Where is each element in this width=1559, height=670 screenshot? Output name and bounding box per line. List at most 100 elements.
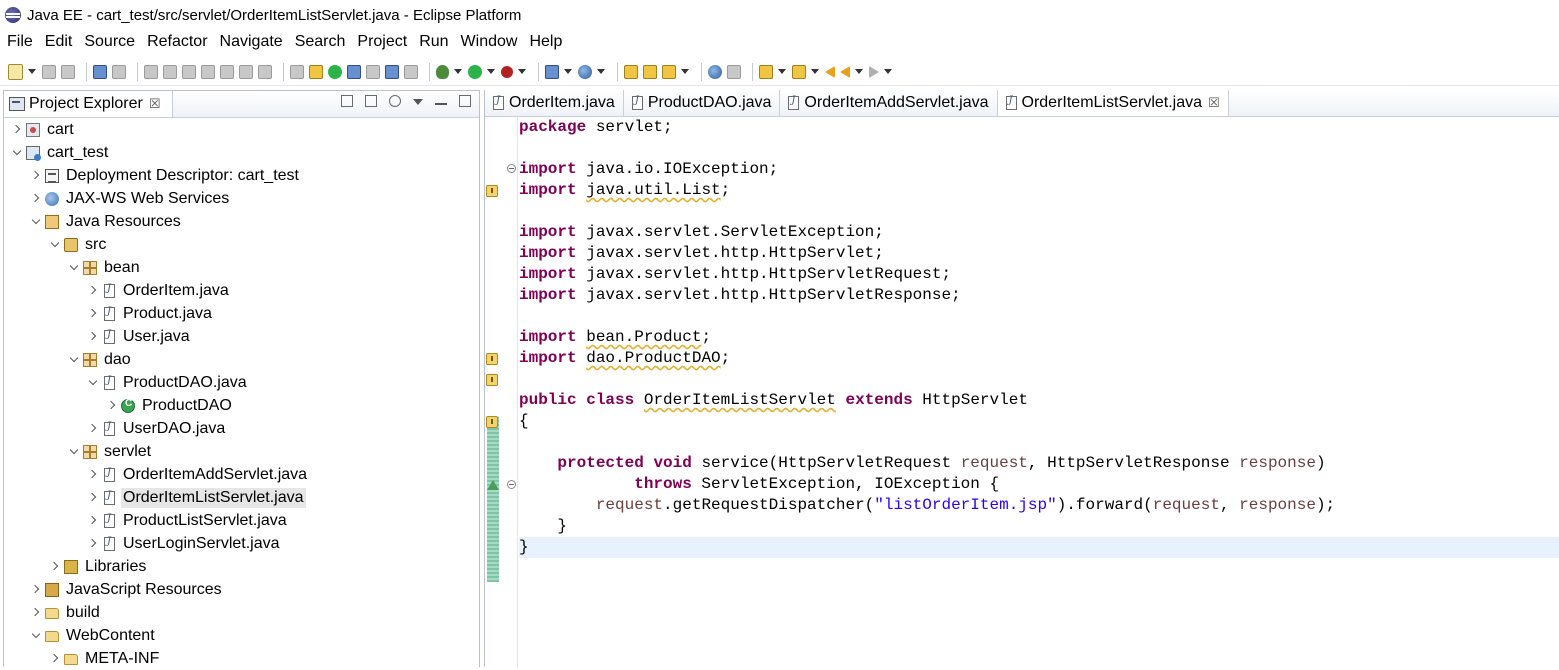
code-line[interactable]: } (519, 537, 1559, 558)
chevron-right-icon[interactable] (31, 171, 41, 181)
view-menu-icon[interactable] (413, 99, 423, 105)
close-icon[interactable]: ☒ (1208, 95, 1220, 111)
show-whitespace-icon[interactable] (385, 64, 399, 79)
forward-icon[interactable] (869, 65, 879, 78)
server-dropdown-icon[interactable] (518, 69, 526, 74)
code-area[interactable]: package servlet; import java.io.IOExcept… (519, 117, 1559, 663)
chevron-right-icon[interactable] (88, 470, 98, 480)
debug-dropdown-icon[interactable] (454, 69, 462, 74)
tree-item[interactable]: OrderItemListServlet.java (4, 486, 479, 509)
webservice-dropdown-icon[interactable] (597, 69, 605, 74)
code-line[interactable] (519, 642, 1559, 663)
search-icon[interactable] (727, 64, 741, 79)
chevron-down-icon[interactable] (12, 148, 22, 158)
open-type-icon[interactable] (309, 64, 323, 79)
code-line[interactable]: } (519, 516, 1559, 537)
prev-annotation-icon[interactable] (792, 64, 806, 79)
code-line[interactable]: throws ServletException, IOException { (519, 474, 1559, 495)
pen-dropdown-icon[interactable] (681, 69, 689, 74)
chevron-right-icon[interactable] (50, 654, 60, 664)
warning-icon[interactable] (486, 185, 498, 197)
chevron-down-icon[interactable] (69, 355, 79, 365)
chevron-right-icon[interactable] (12, 125, 22, 135)
chevron-right-icon[interactable] (88, 309, 98, 319)
code-line[interactable] (519, 600, 1559, 621)
code-line[interactable] (519, 138, 1559, 159)
code-line[interactable]: import java.util.List; (519, 180, 1559, 201)
close-icon[interactable]: ☒ (149, 96, 161, 112)
tree-item[interactable]: Java Resources (4, 210, 479, 233)
tree-item[interactable]: User.java (4, 325, 479, 348)
warning-icon[interactable] (486, 374, 498, 386)
code-line[interactable]: import dao.ProductDAO; (519, 348, 1559, 369)
chevron-right-icon[interactable] (31, 608, 41, 618)
code-line[interactable] (519, 369, 1559, 390)
step-over-icon[interactable] (239, 64, 253, 79)
back-dropdown-icon[interactable] (855, 69, 863, 74)
code-line[interactable]: request.getRequestDispatcher("listOrderI… (519, 495, 1559, 516)
open-folder-2-icon[interactable] (643, 64, 657, 79)
tree-item[interactable]: UserDAO.java (4, 417, 479, 440)
chevron-right-icon[interactable] (88, 332, 98, 342)
code-line[interactable]: public class OrderItemListServlet extend… (519, 390, 1559, 411)
editor-tab[interactable]: OrderItemListServlet.java ☒ (997, 90, 1229, 116)
code-line[interactable]: package servlet; (519, 117, 1559, 138)
chevron-right-icon[interactable] (88, 493, 98, 503)
block-selection-icon[interactable] (404, 64, 418, 79)
editor-tab[interactable]: ProductDAO.java (624, 90, 781, 116)
tree-item[interactable]: ProductDAO (4, 394, 479, 417)
chevron-right-icon[interactable] (31, 585, 41, 595)
suspend-icon[interactable] (163, 64, 177, 79)
tree-item[interactable]: bean (4, 256, 479, 279)
override-icon[interactable] (487, 480, 499, 490)
disconnect-icon[interactable] (201, 64, 215, 79)
collapse-all-icon[interactable] (341, 95, 353, 107)
tree-item[interactable]: ProductDAO.java (4, 371, 479, 394)
menu-edit[interactable]: Edit (45, 33, 73, 51)
menu-search[interactable]: Search (295, 33, 346, 51)
run-icon[interactable] (468, 64, 482, 79)
chevron-down-icon[interactable] (69, 447, 79, 457)
tree-item[interactable]: Libraries (4, 555, 479, 578)
tab-project-explorer[interactable]: Project Explorer ☒ (4, 91, 173, 117)
code-line[interactable] (519, 558, 1559, 579)
menu-navigate[interactable]: Navigate (220, 33, 283, 51)
new-icon[interactable] (8, 63, 23, 80)
tree-item[interactable]: cart_test (4, 141, 479, 164)
prev-annotation-dropdown-icon[interactable] (811, 69, 819, 74)
code-line[interactable]: import javax.servlet.http.HttpServletReq… (519, 264, 1559, 285)
back-icon[interactable] (840, 65, 850, 78)
chevron-right-icon[interactable] (88, 286, 98, 296)
filter-icon[interactable] (389, 95, 401, 107)
toggle-mark-icon[interactable] (328, 64, 342, 79)
fold-icon[interactable] (507, 164, 516, 173)
new-webservice-icon[interactable] (578, 64, 592, 79)
tree-item[interactable]: cart (4, 118, 479, 141)
chevron-down-icon[interactable] (50, 240, 60, 250)
last-edit-icon[interactable] (825, 65, 835, 78)
tree-item[interactable]: JAX-WS Web Services (4, 187, 479, 210)
save-all-icon[interactable] (61, 64, 75, 79)
open-task-icon[interactable] (290, 64, 304, 79)
chevron-down-icon[interactable] (31, 631, 41, 641)
next-annotation-dropdown-icon[interactable] (778, 69, 786, 74)
warning-icon[interactable] (486, 353, 498, 365)
code-line[interactable]: protected void service(HttpServletReques… (519, 453, 1559, 474)
editor-tab[interactable]: OrderItemAddServlet.java (780, 90, 998, 116)
code-line[interactable] (519, 579, 1559, 600)
terminal-icon[interactable] (93, 64, 107, 79)
highlight-icon[interactable] (347, 64, 361, 79)
menu-source[interactable]: Source (84, 33, 135, 51)
debug-icon[interactable] (436, 64, 449, 79)
maximize-icon[interactable] (459, 95, 471, 107)
tree-item[interactable]: build (4, 601, 479, 624)
tree-item[interactable]: UserLoginServlet.java (4, 532, 479, 555)
skip-breakpoints-icon[interactable] (112, 64, 126, 79)
tree-item[interactable]: ProductListServlet.java (4, 509, 479, 532)
tree-item[interactable]: WebContent (4, 624, 479, 647)
tree-item[interactable]: Deployment Descriptor: cart_test (4, 164, 479, 187)
run-dropdown-icon[interactable] (487, 69, 495, 74)
code-line[interactable] (519, 201, 1559, 222)
code-line[interactable]: import bean.Product; (519, 327, 1559, 348)
code-line[interactable]: import java.io.IOException; (519, 159, 1559, 180)
